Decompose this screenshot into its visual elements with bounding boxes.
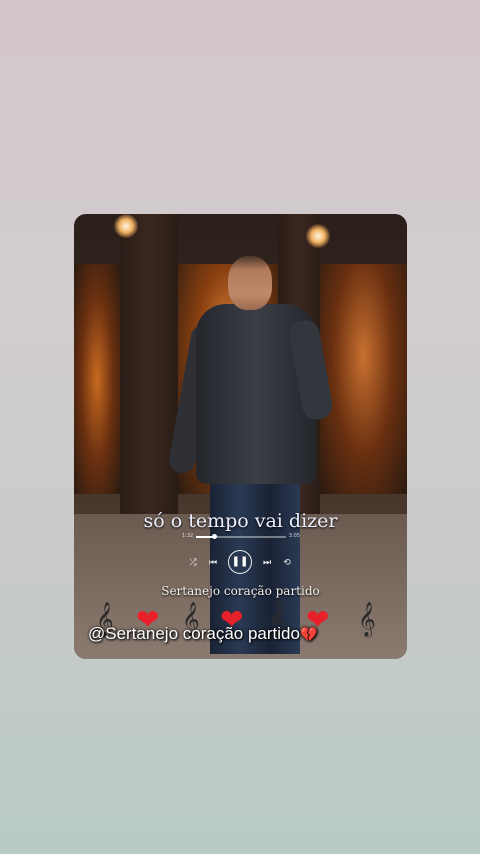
- singer-figure: [167, 254, 336, 659]
- player-controls: ⤮ ⏮ ❚❚ ⏭ ⟲: [184, 550, 298, 576]
- shuffle-icon[interactable]: ⤮: [186, 556, 200, 570]
- progress-knob[interactable]: [212, 534, 217, 539]
- song-title: Sertanejo coração partido: [161, 584, 320, 598]
- fireworks-panel-left: [74, 264, 120, 494]
- singer-head: [228, 256, 272, 310]
- stage-spotlight: [306, 224, 330, 248]
- next-icon[interactable]: ⏭: [260, 556, 274, 570]
- channel-caption[interactable]: @Sertanejo coração partido💔: [88, 624, 398, 644]
- stage-pillar: [120, 214, 178, 514]
- stage-spotlight: [114, 214, 138, 238]
- previous-icon[interactable]: ⏮: [206, 556, 220, 570]
- pause-icon[interactable]: ❚❚: [228, 550, 252, 574]
- lyric-line: só o tempo vai dizer: [143, 510, 338, 532]
- video-card[interactable]: só o tempo vai dizer 1:32 3:05 ⤮ ⏮ ❚❚ ⏭ …: [74, 214, 407, 659]
- caption-text: @Sertanejo coração partido: [88, 624, 300, 643]
- repeat-icon[interactable]: ⟲: [280, 556, 294, 570]
- time-elapsed: 1:32: [182, 533, 194, 539]
- broken-heart-icon: 💔: [299, 626, 318, 642]
- progress-track[interactable]: [196, 534, 286, 539]
- time-total: 3:05: [288, 533, 300, 539]
